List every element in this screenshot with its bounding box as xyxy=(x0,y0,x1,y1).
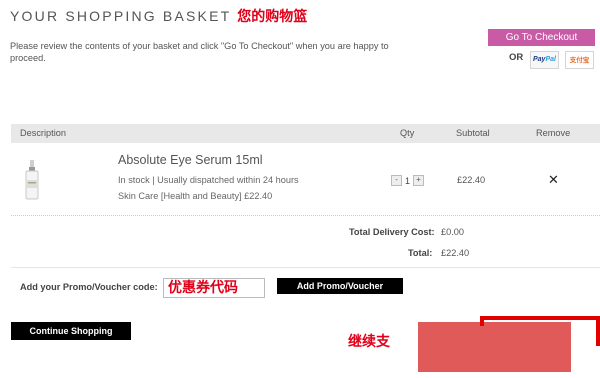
qty-increase-button[interactable]: + xyxy=(413,175,425,186)
alipay-button[interactable]: 支付宝 xyxy=(565,51,594,69)
promo-code-input[interactable]: 优惠券代码 xyxy=(163,278,265,298)
column-remove: Remove xyxy=(536,128,571,138)
total-value: £22.40 xyxy=(441,248,470,258)
page-title-cn: 您的购物篮 xyxy=(237,9,308,25)
or-label: OR xyxy=(509,52,524,63)
product-image[interactable] xyxy=(23,160,41,200)
column-subtotal: Subtotal xyxy=(456,128,490,138)
total-label: Total: xyxy=(408,248,433,258)
page-title-text: YOUR SHOPPING BASKET xyxy=(10,8,232,24)
product-name-link[interactable]: Absolute Eye Serum 15ml xyxy=(118,153,263,167)
continue-shopping-button[interactable]: Continue Shopping xyxy=(11,322,131,340)
paypal-button[interactable]: PayPal xyxy=(530,51,559,69)
qty-value: 1 xyxy=(405,175,411,186)
column-qty: Qty xyxy=(400,128,415,138)
paypal-logo-part2: Pal xyxy=(545,56,556,63)
continue-annotation-cn: 继续支 xyxy=(348,334,390,350)
product-category: Skin Care [Health and Beauty] £22.40 xyxy=(118,191,273,201)
intro-text: Please review the contents of your baske… xyxy=(10,41,389,63)
promo-code-input-value: 优惠券代码 xyxy=(168,280,238,296)
red-overlay-block xyxy=(418,322,571,372)
red-frame-top xyxy=(480,316,600,320)
red-frame-left xyxy=(480,316,484,326)
row-divider xyxy=(11,215,600,216)
delivery-cost-label: Total Delivery Cost: xyxy=(349,227,435,237)
red-frame-right xyxy=(596,316,600,346)
column-description: Description xyxy=(20,128,66,138)
basket-table-header: Description Qty Subtotal Remove xyxy=(11,124,600,143)
go-to-checkout-button[interactable]: Go To Checkout xyxy=(488,29,595,46)
qty-decrease-button[interactable]: - xyxy=(391,175,402,186)
promo-code-label: Add your Promo/Voucher code: xyxy=(20,282,158,292)
product-stock-status: In stock | Usually dispatched within 24 … xyxy=(118,175,299,185)
delivery-cost-value: £0.00 xyxy=(441,227,464,237)
section-divider xyxy=(11,267,600,268)
remove-item-icon[interactable]: ✕ xyxy=(548,172,559,188)
add-promo-button[interactable]: Add Promo/Voucher xyxy=(277,278,403,294)
serum-bottle-icon xyxy=(25,160,39,200)
quantity-stepper: - 1 + xyxy=(391,175,425,186)
page-title: YOUR SHOPPING BASKET 您的购物篮 xyxy=(10,6,307,26)
paypal-logo-part1: Pay xyxy=(533,56,546,63)
item-subtotal: £22.40 xyxy=(457,175,486,185)
